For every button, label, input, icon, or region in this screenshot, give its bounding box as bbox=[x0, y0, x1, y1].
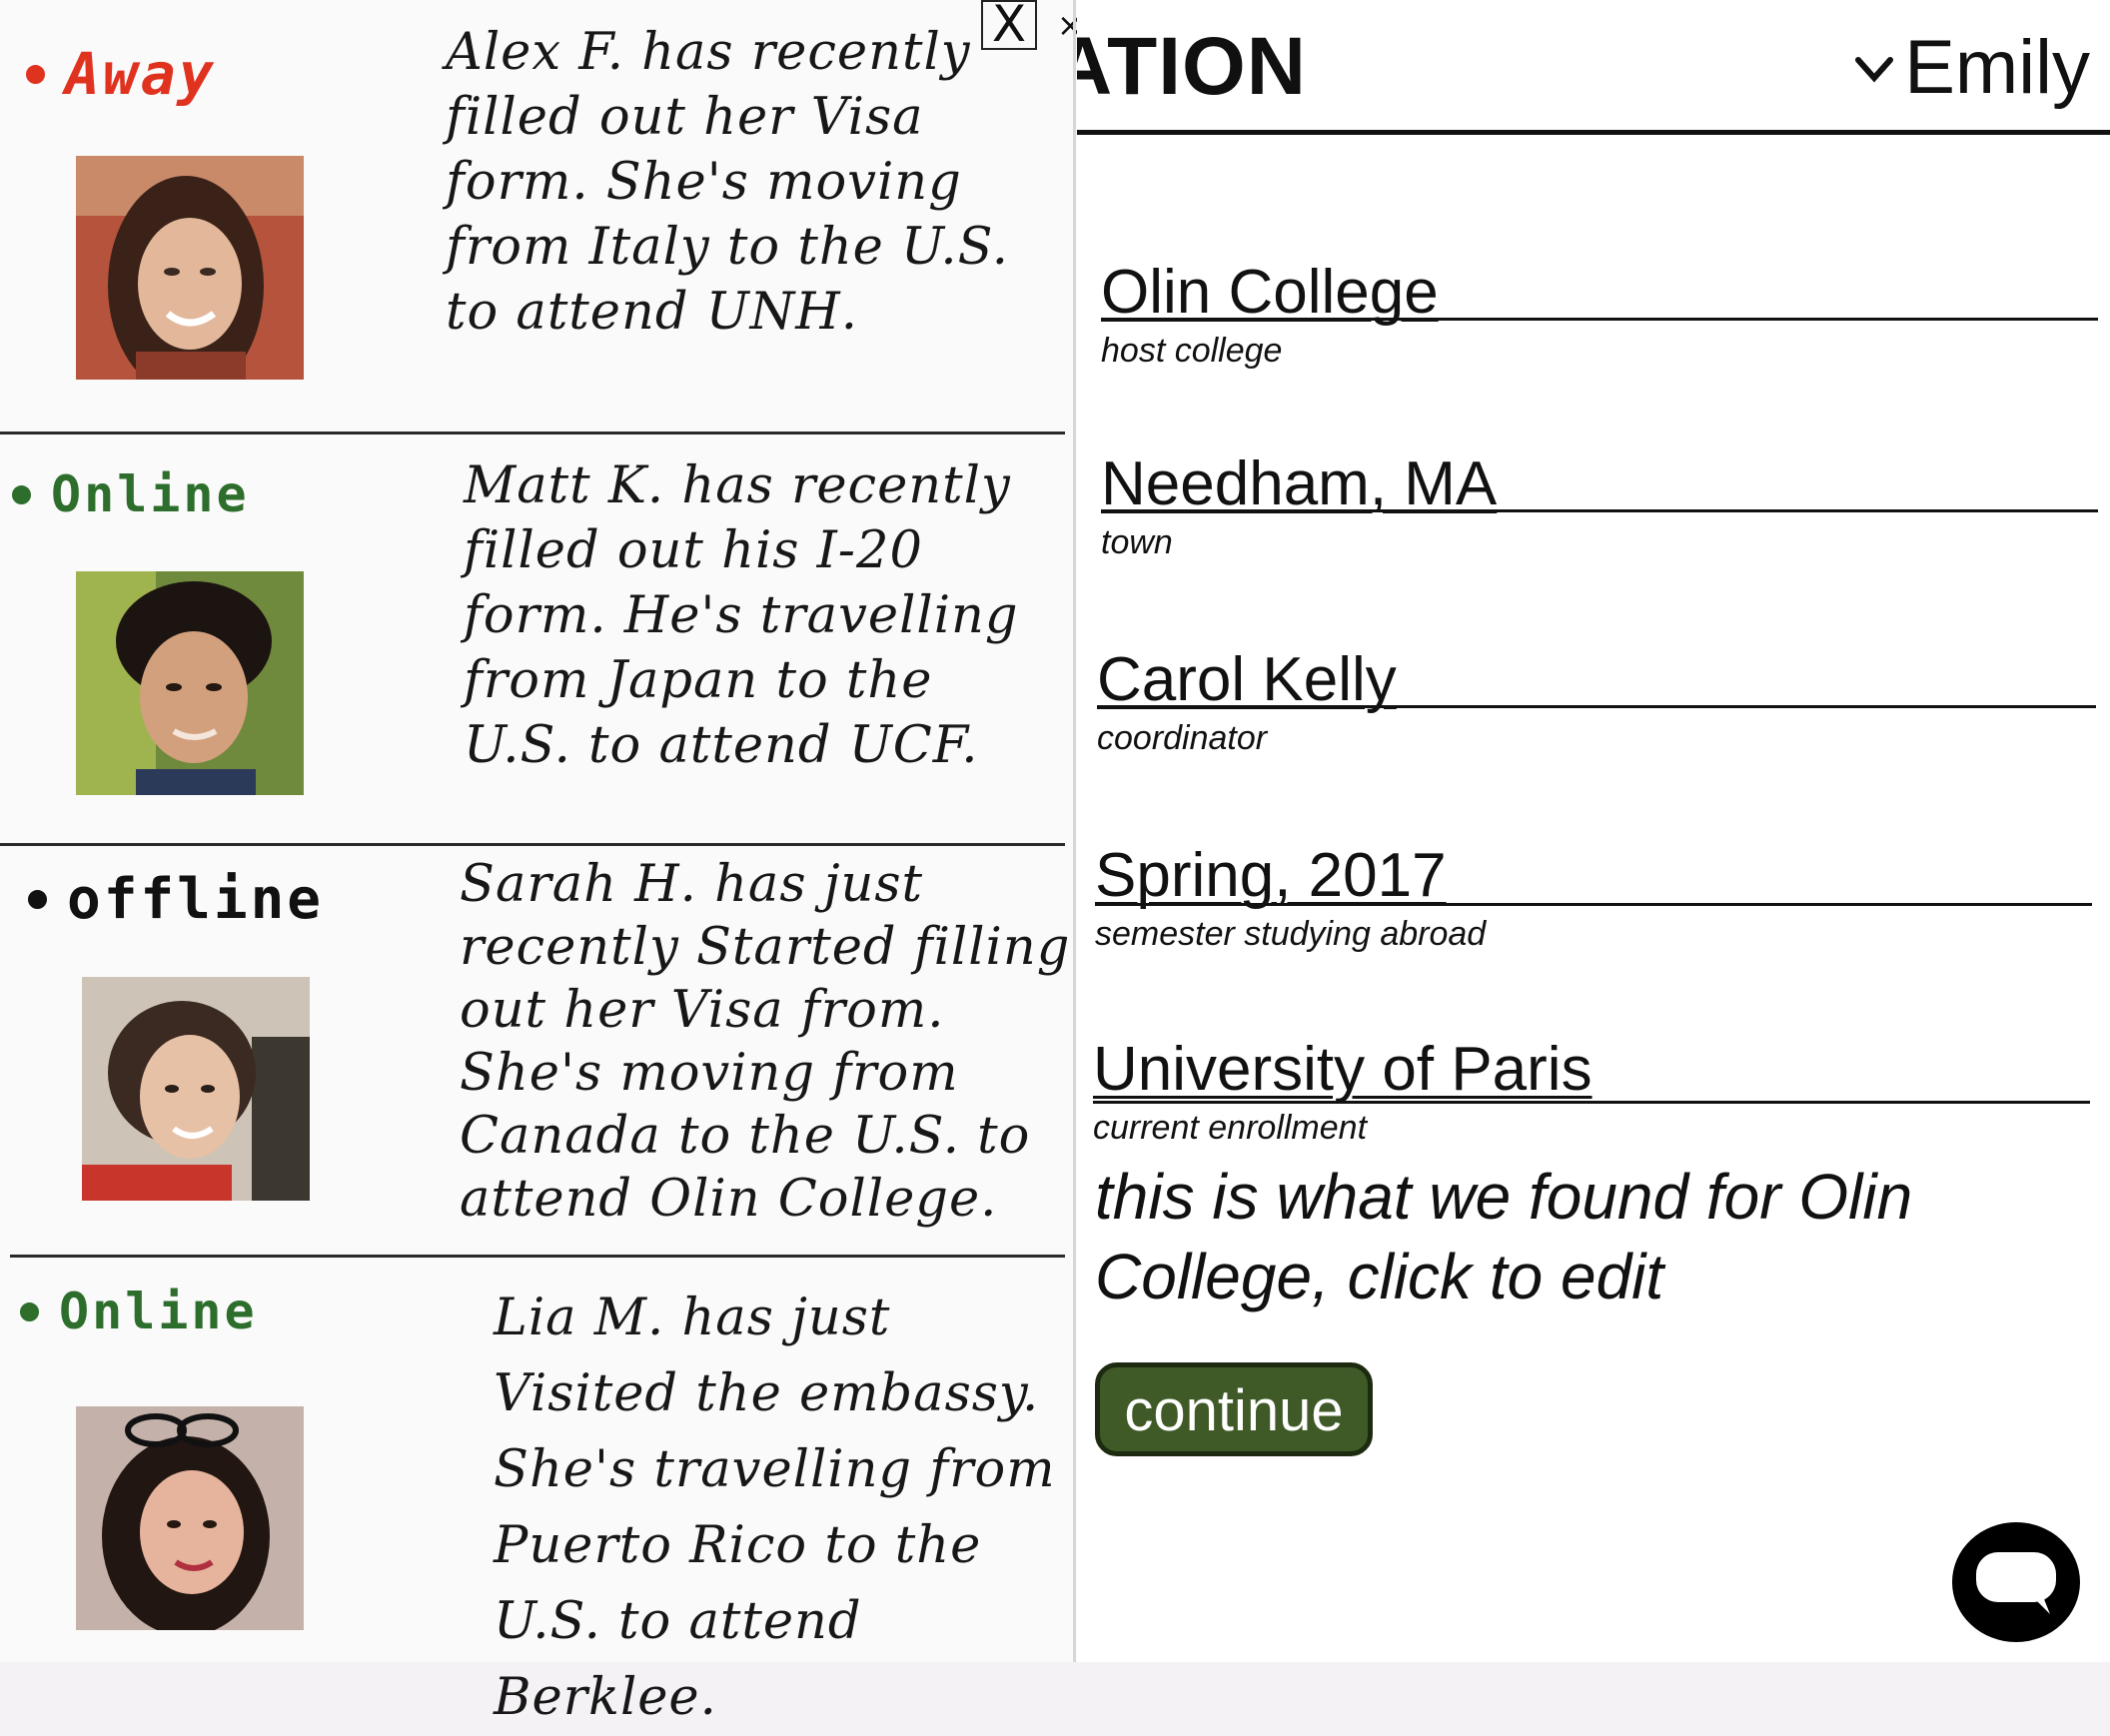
activity-description: Alex F. has recently filled out her Visa… bbox=[446, 23, 1009, 342]
avatar-photo-sarah bbox=[82, 977, 310, 1201]
field-underline bbox=[1101, 318, 2098, 321]
found-message: this is what we found for Olin College, … bbox=[1095, 1161, 1913, 1312]
user-menu[interactable]: Emily bbox=[1854, 24, 2090, 111]
status-indicator: Away bbox=[26, 40, 217, 108]
status-indicator: Online bbox=[20, 1283, 258, 1340]
field-underline bbox=[1093, 1101, 2090, 1104]
close-icon[interactable]: X bbox=[981, 0, 1037, 50]
activity-card: Away Alex F. has recently filled out her… bbox=[0, 0, 1071, 430]
card-divider bbox=[0, 843, 1065, 846]
status-label: Away bbox=[65, 40, 217, 108]
town-caption: town bbox=[1101, 523, 1173, 561]
status-dot-icon bbox=[26, 64, 45, 84]
field-underline bbox=[1101, 509, 2098, 512]
status-indicator: offline bbox=[28, 867, 324, 932]
page-title: ATION bbox=[1077, 21, 1307, 112]
semester-field[interactable]: Spring, 2017 semester studying abroad bbox=[1095, 841, 2094, 954]
status-dot-icon bbox=[12, 484, 31, 504]
enrollment-field[interactable]: University of Paris current enrollment bbox=[1093, 1035, 2092, 1148]
avatar[interactable] bbox=[82, 977, 310, 1201]
status-indicator: Online bbox=[12, 465, 250, 523]
host-college-caption: host college bbox=[1101, 332, 1283, 370]
status-label: Online bbox=[59, 1283, 258, 1340]
activity-card: Online Lia M. has just Visited the embas… bbox=[0, 1261, 1071, 1727]
status-label: offline bbox=[67, 867, 325, 932]
avatar[interactable] bbox=[76, 571, 304, 795]
activity-description: Sarah H. has just recently Started filli… bbox=[460, 855, 1071, 1229]
activity-card: offline Sarah H. has just recently Start… bbox=[0, 847, 1071, 1255]
chat-icon-graphic bbox=[1952, 1522, 2080, 1642]
panel-divider bbox=[1073, 0, 1076, 1662]
activity-feed: Away Alex F. has recently filled out her… bbox=[0, 0, 1084, 1727]
semester-caption: semester studying abroad bbox=[1095, 915, 1487, 953]
semester-value[interactable]: Spring, 2017 bbox=[1095, 841, 2094, 911]
card-divider bbox=[0, 432, 1065, 434]
avatar-photo-lia bbox=[76, 1406, 304, 1630]
enrollment-value[interactable]: University of Paris bbox=[1093, 1035, 2092, 1105]
information-panel: ATION Emily Olin College host college Ne… bbox=[1077, 0, 2110, 1662]
field-underline bbox=[1097, 705, 2096, 708]
enrollment-caption: current enrollment bbox=[1093, 1109, 1368, 1147]
avatar-photo-matt bbox=[76, 571, 304, 795]
status-label: Online bbox=[51, 465, 250, 523]
activity-description: Lia M. has just Visited the embassy. She… bbox=[494, 1289, 1056, 1727]
chat-bubble-icon[interactable] bbox=[1946, 1518, 2086, 1648]
card-divider bbox=[10, 1255, 1065, 1258]
avatar-photo-alex bbox=[76, 156, 304, 380]
header-divider bbox=[1077, 130, 2110, 135]
host-college-field[interactable]: Olin College host college bbox=[1101, 258, 2100, 371]
chevron-down-icon bbox=[1855, 56, 1894, 83]
town-field[interactable]: Needham, MA town bbox=[1101, 449, 2100, 562]
continue-button[interactable]: continue bbox=[1095, 1362, 1373, 1456]
coordinator-caption: coordinator bbox=[1097, 719, 1268, 757]
status-dot-icon bbox=[20, 1302, 39, 1321]
field-underline bbox=[1095, 903, 2092, 906]
avatar[interactable] bbox=[76, 156, 304, 380]
activity-description: Matt K. has recently filled out his I-20… bbox=[464, 456, 1019, 775]
activity-card: Online Matt K. has recently filled out h… bbox=[0, 439, 1071, 839]
user-name: Emily bbox=[1904, 25, 2090, 110]
coordinator-field[interactable]: Carol Kelly coordinator bbox=[1097, 645, 2096, 758]
status-dot-icon bbox=[28, 890, 47, 909]
avatar[interactable] bbox=[76, 1406, 304, 1630]
